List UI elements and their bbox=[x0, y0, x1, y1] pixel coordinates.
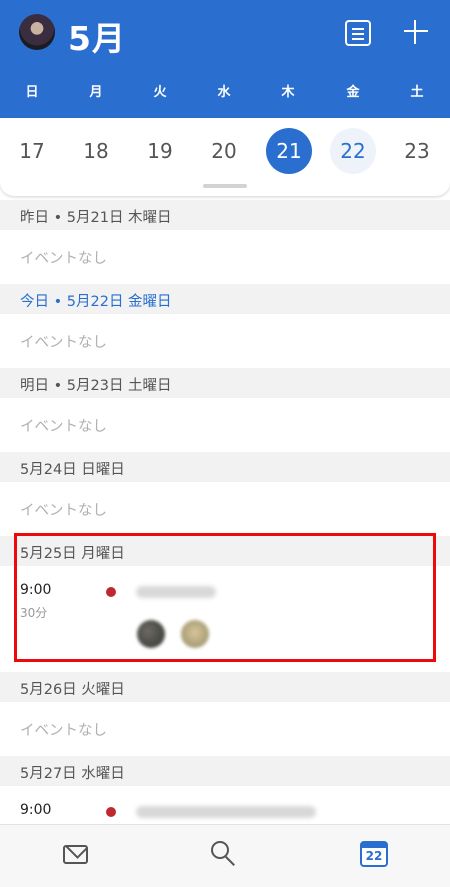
date-17[interactable]: 17 bbox=[9, 128, 55, 174]
day-header: 5月27日 水曜日 bbox=[0, 756, 450, 786]
calendar-header: 5月 日 月 火 水 木 金 土 bbox=[0, 0, 450, 118]
day-heading: 昨日 • 5月21日 木曜日 bbox=[20, 210, 172, 226]
no-events-text: イベントなし bbox=[20, 251, 107, 267]
weekday-fri: 金 bbox=[346, 85, 360, 100]
day-heading: 明日 • 5月23日 土曜日 bbox=[20, 378, 172, 394]
no-events-text: イベントなし bbox=[20, 419, 107, 435]
no-events-text: イベントなし bbox=[20, 335, 107, 351]
month-title[interactable]: 5月 bbox=[68, 12, 126, 60]
day-heading: 5月24日 日曜日 bbox=[20, 462, 125, 478]
day-header: 明日 • 5月23日 土曜日 bbox=[0, 368, 450, 398]
event-title-blurred bbox=[136, 806, 316, 818]
date-18[interactable]: 18 bbox=[73, 128, 119, 174]
expand-handle[interactable] bbox=[203, 184, 247, 188]
calendar-icon[interactable]: 22 bbox=[360, 841, 388, 867]
event-calendar-dot bbox=[106, 807, 116, 817]
day-heading: 5月26日 火曜日 bbox=[20, 682, 125, 698]
date-19[interactable]: 19 bbox=[137, 128, 183, 174]
mail-icon[interactable] bbox=[61, 839, 93, 871]
highlight-box bbox=[14, 533, 436, 662]
weekday-thu: 木 bbox=[281, 85, 295, 100]
date-23[interactable]: 23 bbox=[394, 128, 440, 174]
date-20[interactable]: 20 bbox=[201, 128, 247, 174]
weekday-sat: 土 bbox=[410, 85, 424, 100]
day-header: 昨日 • 5月21日 木曜日 bbox=[0, 200, 450, 230]
day-heading: 5月27日 水曜日 bbox=[20, 766, 125, 782]
weekday-mon: 月 bbox=[89, 85, 103, 100]
avatar[interactable] bbox=[19, 14, 55, 50]
day-heading: 今日 • 5月22日 金曜日 bbox=[20, 294, 172, 310]
agenda-view-button[interactable] bbox=[345, 20, 371, 46]
no-events-text: イベントなし bbox=[20, 503, 107, 519]
date-22-today[interactable]: 22 bbox=[330, 128, 376, 174]
calendar-badge: 22 bbox=[365, 849, 383, 863]
date-21-selected[interactable]: 21 bbox=[266, 128, 312, 174]
no-events-text: イベントなし bbox=[20, 723, 107, 739]
tab-bar: 22 bbox=[0, 824, 450, 887]
weekday-tue: 火 bbox=[153, 85, 167, 100]
weekday-sun: 日 bbox=[25, 85, 39, 100]
day-header: 5月26日 火曜日 bbox=[0, 672, 450, 702]
day-header: 5月24日 日曜日 bbox=[0, 452, 450, 482]
event-time: 9:00 bbox=[20, 802, 52, 818]
weekday-wed: 水 bbox=[217, 85, 231, 100]
search-icon[interactable] bbox=[209, 839, 241, 871]
week-strip: 17 18 19 20 21 22 23 bbox=[0, 118, 450, 196]
add-event-button[interactable] bbox=[401, 17, 431, 47]
day-header-today: 今日 • 5月22日 金曜日 bbox=[0, 284, 450, 314]
